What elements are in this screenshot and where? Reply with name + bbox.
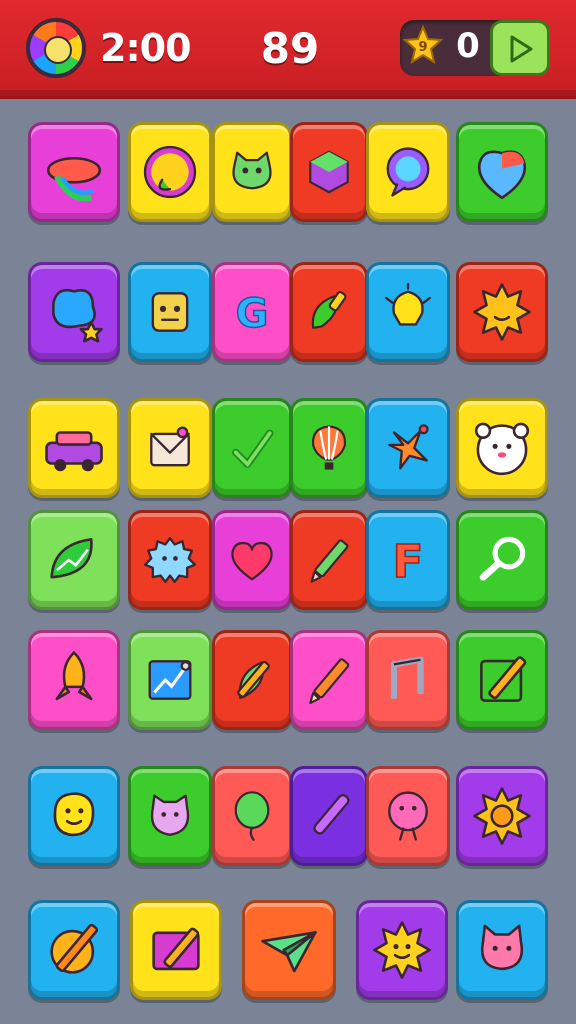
rainbow-wheel-icon[interactable]: [26, 18, 86, 78]
letter-g-icon: G: [235, 290, 269, 337]
tile-sun[interactable]: [456, 766, 548, 866]
tile-blob-star[interactable]: [28, 262, 120, 362]
tile-sun-face[interactable]: [456, 262, 548, 362]
tile-cat-ghost[interactable]: [128, 766, 212, 866]
feather-pen-icon: [237, 660, 270, 699]
pie-heart-icon: [477, 150, 527, 200]
tile-pink-creature[interactable]: [366, 766, 450, 866]
score: 89: [260, 24, 320, 73]
rocket-icon: [55, 651, 93, 701]
tile-car[interactable]: [28, 398, 120, 498]
tile-pencil[interactable]: [290, 510, 368, 610]
crayon-icon: [309, 658, 350, 705]
tile-edit-square[interactable]: [456, 630, 548, 730]
tile-paper-plane[interactable]: [242, 900, 336, 1000]
envelope-icon: [150, 426, 190, 467]
coin-count: 0: [456, 26, 480, 66]
tile-bear-face[interactable]: [456, 398, 548, 498]
tile-letter-g[interactable]: G: [212, 262, 292, 362]
tile-star-wand[interactable]: [366, 398, 450, 498]
pink-creature-icon: [388, 791, 428, 841]
tile-magnifier[interactable]: [456, 510, 548, 610]
tile-cat-face[interactable]: [212, 122, 292, 222]
tile-heart[interactable]: [212, 510, 292, 610]
smiling-sun-icon: [373, 921, 431, 979]
tile-letter-f[interactable]: F: [366, 510, 450, 610]
tile-rocket[interactable]: [28, 630, 120, 730]
tile-robot-face[interactable]: [128, 262, 212, 362]
smiley-blob-icon: [53, 792, 95, 837]
tile-balloon[interactable]: [212, 766, 292, 866]
logo-center: [44, 36, 72, 64]
tile-marker[interactable]: [290, 766, 368, 866]
letter-f-icon: F: [392, 534, 424, 589]
heart-icon: [231, 541, 273, 581]
magnifier-icon: [479, 536, 526, 581]
marker-icon: [313, 794, 350, 835]
tile-cube[interactable]: [290, 122, 368, 222]
cube-icon: [309, 150, 349, 194]
bear-face-icon: [474, 422, 530, 476]
tile-saturn-rainbow[interactable]: [28, 122, 120, 222]
coin-badge: 9: [418, 40, 427, 55]
svg-text:F: F: [393, 535, 424, 588]
saturn-rainbow-icon: [46, 156, 102, 202]
balloon-icon: [234, 791, 270, 841]
tile-speech-bubble[interactable]: [366, 122, 450, 222]
pink-cat-icon: [480, 924, 524, 971]
play-button[interactable]: [490, 20, 550, 76]
tile-pie-heart[interactable]: [456, 122, 548, 222]
tile-smiley-blob[interactable]: [28, 766, 120, 866]
cat-face-icon: [232, 151, 272, 190]
fluffy-monster-icon: [143, 536, 197, 584]
tile-leaf-chart[interactable]: [28, 510, 120, 610]
tile-hot-air-balloon[interactable]: [290, 398, 368, 498]
tile-music-note[interactable]: [366, 630, 450, 730]
svg-text:G: G: [236, 291, 269, 337]
sun-face-icon: [473, 283, 531, 341]
lightbulb-icon: [384, 282, 432, 326]
paper-plane-icon: [261, 931, 317, 973]
tile-envelope[interactable]: [128, 398, 212, 498]
sun-icon: [473, 787, 531, 845]
hot-air-balloon-icon: [312, 425, 346, 470]
blob-star-icon: [52, 288, 103, 343]
edit-square-icon: [480, 656, 527, 702]
tile-feather-pen[interactable]: [212, 630, 292, 730]
tile-edit-box[interactable]: [130, 900, 222, 1000]
robot-face-icon: [151, 292, 189, 332]
music-note-icon: [390, 656, 424, 699]
tile-crayon[interactable]: [290, 630, 368, 730]
leaf-chart-icon: [50, 538, 93, 579]
tile-chart-pin[interactable]: [128, 630, 212, 730]
planet-pencil-icon: [50, 923, 99, 974]
pencil-icon: [310, 539, 349, 583]
speech-bubble-icon: [386, 147, 430, 197]
chart-pin-icon: [148, 660, 192, 700]
globe-leaf-icon: [143, 145, 197, 199]
tile-fluffy-monster[interactable]: [128, 510, 212, 610]
checkmark-icon: [232, 429, 274, 468]
tile-globe-leaf[interactable]: [128, 122, 212, 222]
edit-box-icon: [152, 927, 200, 971]
tile-planet-pencil[interactable]: [28, 900, 120, 1000]
tile-smiling-sun[interactable]: [356, 900, 448, 1000]
cat-ghost-icon: [150, 794, 190, 836]
timer: 2:00: [100, 26, 192, 70]
tile-pink-cat[interactable]: [456, 900, 548, 1000]
top-bar-edge: [0, 90, 576, 96]
play-icon: [510, 35, 533, 63]
star-wand-icon: [388, 424, 429, 470]
tile-lightbulb[interactable]: [366, 262, 450, 362]
star-coin-icon: 9: [402, 24, 444, 65]
tile-checkmark[interactable]: [212, 398, 292, 498]
tile-leaf-pencil[interactable]: [290, 262, 368, 362]
car-icon: [45, 431, 103, 472]
leaf-pencil-icon: [311, 291, 347, 329]
